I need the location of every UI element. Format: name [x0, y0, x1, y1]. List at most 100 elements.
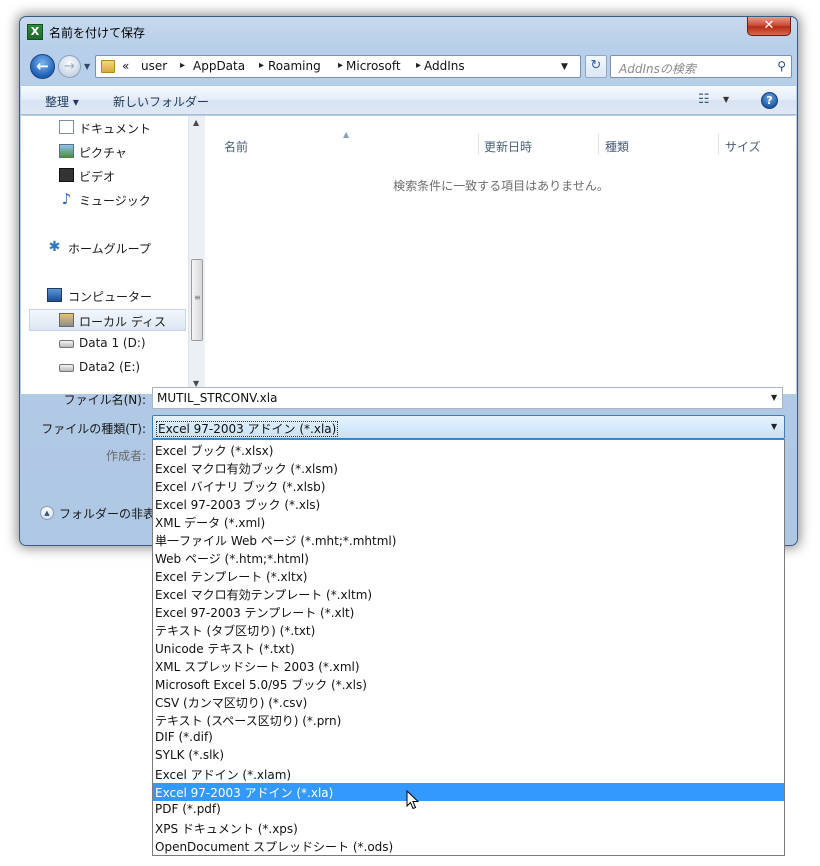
filetype-option[interactable]: SYLK (*.slk): [153, 747, 784, 765]
nav-item-label: ミュージック: [79, 194, 151, 208]
nav-item-data2[interactable]: Data2 (E:): [21, 357, 171, 379]
help-icon[interactable]: ?: [761, 92, 778, 109]
filename-label: ファイル名(N):: [63, 393, 146, 407]
breadcrumb-appdata[interactable]: AppData: [193, 59, 245, 73]
nav-item-music[interactable]: ♪ ミュージック: [21, 189, 171, 211]
scroll-up-icon[interactable]: ▲: [193, 118, 199, 127]
breadcrumb-separator-icon[interactable]: ▸: [259, 60, 264, 71]
filetype-option[interactable]: Excel ブック (*.xlsx): [153, 441, 784, 459]
document-icon: [59, 120, 74, 134]
hide-folders-button[interactable]: フォルダーの非表: [59, 505, 155, 522]
view-dropdown-icon[interactable]: ▼: [723, 95, 729, 104]
new-folder-button[interactable]: 新しいフォルダー: [113, 93, 209, 110]
filetype-option[interactable]: Excel テンプレート (*.xltx): [153, 567, 784, 585]
picture-icon: [59, 144, 74, 158]
filetype-option[interactable]: XPS ドキュメント (*.xps): [153, 819, 784, 837]
filetype-option[interactable]: Excel 97-2003 テンプレート (*.xlt): [153, 603, 784, 621]
local-disk-icon: [59, 313, 74, 327]
filetype-option[interactable]: Microsoft Excel 5.0/95 ブック (*.xls): [153, 675, 784, 693]
mouse-pointer-icon: [406, 790, 420, 810]
breadcrumb-separator-icon[interactable]: ▸: [180, 60, 185, 71]
title-bar[interactable]: X 名前を付けて保存 ✕: [20, 17, 797, 47]
filetype-chevron-down-icon[interactable]: ▼: [771, 422, 777, 431]
filename-field[interactable]: MUTIL_STRCONV.xla: [152, 387, 783, 409]
nav-item-homegroup[interactable]: ✱ ホームグループ: [21, 237, 171, 259]
filetype-option[interactable]: Excel マクロ有効テンプレート (*.xltm): [153, 585, 784, 603]
nav-pane-scrollbar[interactable]: ▲ ≡ ▼: [188, 116, 205, 394]
filetype-option[interactable]: Excel 97-2003 ブック (*.xls): [153, 495, 784, 513]
empty-list-message: 検索条件に一致する項目はありません。: [393, 179, 609, 193]
command-bar: 整理 ▾ 新しいフォルダー ☷ ▼ ?: [21, 85, 796, 115]
nav-item-label: ビデオ: [79, 170, 116, 184]
search-input[interactable]: AddInsの検索 ⚲: [610, 55, 792, 78]
address-dropdown-icon[interactable]: ▼: [561, 62, 568, 72]
collapse-up-icon[interactable]: ▲: [40, 506, 54, 520]
filetype-option[interactable]: Unicode テキスト (*.txt): [153, 639, 784, 657]
folder-icon: [101, 60, 115, 73]
filetype-option[interactable]: XML スプレッドシート 2003 (*.xml): [153, 657, 784, 675]
window-title: 名前を付けて保存: [49, 26, 146, 40]
column-header-name[interactable]: 名前: [224, 138, 248, 155]
filetype-option[interactable]: DIF (*.dif): [153, 729, 784, 747]
column-header-type[interactable]: 種類: [605, 138, 629, 155]
excel-app-icon: X: [27, 24, 43, 40]
nav-item-documents[interactable]: ドキュメント: [21, 117, 171, 139]
organize-button[interactable]: 整理 ▾: [45, 93, 79, 110]
view-options-icon[interactable]: ☷: [698, 92, 710, 107]
filetype-label: ファイルの種類(T):: [41, 422, 146, 436]
breadcrumb-addins[interactable]: AddIns: [424, 59, 465, 73]
drive-icon: [59, 364, 74, 372]
column-divider[interactable]: [598, 133, 599, 155]
nav-item-label: ローカル ディス: [79, 315, 166, 329]
nav-item-label: Data 1 (D:): [79, 336, 146, 350]
forward-arrow-icon[interactable]: →: [58, 55, 81, 78]
filetype-option[interactable]: XML データ (*.xml): [153, 513, 784, 531]
back-arrow-icon[interactable]: ←: [30, 54, 55, 79]
homegroup-icon: ✱: [48, 239, 61, 255]
browser-content: ドキュメント ピクチャ ビデオ ♪ ミュージック ✱ ホームグループ コンピュー…: [21, 116, 796, 394]
filetype-option[interactable]: PDF (*.pdf): [153, 801, 784, 819]
filetype-option[interactable]: 単一ファイル Web ページ (*.mht;*.mhtml): [153, 531, 784, 549]
nav-item-label: ピクチャ: [79, 146, 127, 160]
breadcrumb-separator-icon[interactable]: ▸: [338, 60, 343, 71]
column-divider[interactable]: [478, 133, 479, 155]
author-label: 作成者:: [105, 449, 146, 463]
file-list[interactable]: ▲ 名前 更新日時 種類 サイズ 検索条件に一致する項目はありません。: [206, 116, 796, 394]
close-button[interactable]: ✕: [747, 17, 791, 36]
column-header-modified[interactable]: 更新日時: [484, 138, 532, 155]
filetype-option[interactable]: テキスト (タブ区切り) (*.txt): [153, 621, 784, 639]
scroll-thumb[interactable]: ≡: [191, 259, 203, 341]
breadcrumb-roaming[interactable]: Roaming: [268, 59, 321, 73]
filetype-option[interactable]: Web ページ (*.htm;*.html): [153, 549, 784, 567]
nav-item-label: コンピューター: [68, 290, 153, 304]
nav-item-local-disk[interactable]: ローカル ディス: [29, 309, 186, 331]
filetype-option[interactable]: テキスト (スペース区切り) (*.prn): [153, 711, 784, 729]
nav-item-data1[interactable]: Data 1 (D:): [21, 333, 171, 355]
breadcrumb-separator-icon[interactable]: ▸: [416, 60, 421, 71]
filetype-option[interactable]: Excel マクロ有効ブック (*.xlsm): [153, 459, 784, 477]
filetype-select[interactable]: Excel 97-2003 アドイン (*.xla): [152, 415, 785, 439]
column-header-size[interactable]: サイズ: [725, 138, 761, 155]
filetype-option[interactable]: Excel アドイン (*.xlam): [153, 765, 784, 783]
nav-item-pictures[interactable]: ピクチャ: [21, 141, 171, 163]
breadcrumb-overflow[interactable]: «: [122, 59, 129, 73]
filetype-option[interactable]: CSV (カンマ区切り) (*.csv): [153, 693, 784, 711]
search-icon[interactable]: ⚲: [777, 59, 786, 73]
filename-dropdown-icon[interactable]: ▼: [771, 393, 777, 402]
nav-item-videos[interactable]: ビデオ: [21, 165, 171, 187]
filetype-options-list[interactable]: Excel ブック (*.xlsx) Excel マクロ有効ブック (*.xlsm…: [152, 439, 785, 856]
filetype-option[interactable]: Excel バイナリ ブック (*.xlsb): [153, 477, 784, 495]
search-placeholder: AddInsの検索: [619, 62, 696, 76]
refresh-button[interactable]: ↻: [585, 55, 607, 78]
breadcrumb-microsoft[interactable]: Microsoft: [346, 59, 401, 73]
address-bar[interactable]: « user ▸ AppData ▸ Roaming ▸ Microsoft ▸…: [95, 55, 581, 78]
recent-pages-chevron-icon[interactable]: ▼: [84, 62, 90, 71]
column-divider[interactable]: [718, 133, 719, 155]
nav-item-computer[interactable]: コンピューター: [21, 285, 171, 307]
filetype-option[interactable]: OpenDocument スプレッドシート (*.ods): [153, 837, 784, 855]
filetype-option[interactable]: Excel 97-2003 アドイン (*.xla): [153, 783, 784, 801]
grip-icon: ≡: [194, 293, 201, 302]
filetype-selected-value: Excel 97-2003 アドイン (*.xla): [155, 421, 339, 437]
breadcrumb-user[interactable]: user: [141, 59, 167, 73]
sort-ascending-icon: ▲: [343, 130, 350, 139]
